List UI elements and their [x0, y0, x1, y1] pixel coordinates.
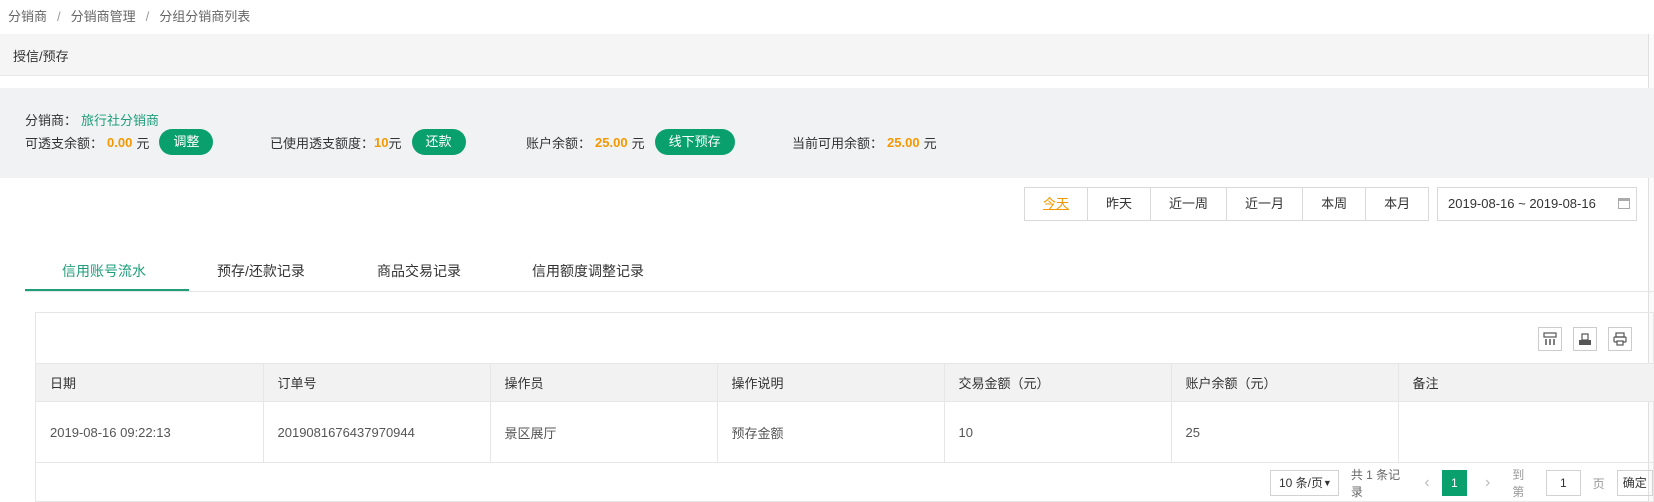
- available-balance-value: 25.00: [887, 134, 920, 150]
- tab-deposit-repay[interactable]: 预存/还款记录: [217, 261, 305, 281]
- cell-operator: 景区展厅: [490, 401, 718, 463]
- goto-label: 到第: [1512, 468, 1525, 499]
- distributor-row: 分销商： 旅行社分销商: [25, 110, 159, 129]
- used-credit-item: 已使用透支额度： 10 元 还款: [270, 129, 466, 155]
- current-page[interactable]: 1: [1441, 470, 1467, 496]
- overdraft-value: 0.00: [107, 134, 133, 150]
- range-last-month[interactable]: 近一月: [1227, 188, 1304, 220]
- columns-icon: [1543, 332, 1557, 345]
- export-button[interactable]: [1573, 327, 1597, 351]
- cell-balance: 25: [1171, 401, 1399, 463]
- page-size-select[interactable]: 10 条/页 ▼: [1270, 470, 1339, 496]
- used-credit-label: 已使用透支额度：: [270, 135, 375, 151]
- date-range-value: 2019-08-16 ~ 2019-08-16: [1448, 196, 1596, 211]
- available-balance-item: 当前可用余额： 25.00 元: [792, 129, 937, 155]
- column-header-description[interactable]: 操作说明: [717, 363, 945, 402]
- tab-goods-trade[interactable]: 商品交易记录: [377, 261, 461, 281]
- column-header-balance[interactable]: 账户余额（元）: [1171, 363, 1399, 402]
- balance-label: 账户余额：: [526, 135, 592, 151]
- distributor-label: 分销商：: [25, 113, 78, 128]
- goto-page-input[interactable]: 1: [1546, 470, 1581, 496]
- used-credit-value: 10: [374, 134, 389, 150]
- records-table-panel: 日期 订单号 操作员 操作说明 交易金额（元） 账户余额（元） 备注 2019-…: [35, 312, 1654, 502]
- overdraft-label: 可透支余额：: [25, 135, 104, 151]
- column-header-date[interactable]: 日期: [36, 363, 264, 402]
- available-balance-unit: 元: [923, 135, 937, 151]
- distributor-name: 旅行社分销商: [81, 113, 160, 128]
- section-title: 授信/预存: [0, 34, 1654, 76]
- breadcrumb-item-list[interactable]: 分组分销商列表: [159, 9, 250, 24]
- range-last-week[interactable]: 近一周: [1151, 188, 1228, 220]
- date-range-quick-select: 今天 昨天 近一周 近一月 本周 本月: [1024, 187, 1430, 221]
- breadcrumb: 分销商 / 分销商管理 / 分组分销商列表: [8, 6, 250, 25]
- print-button[interactable]: [1608, 327, 1632, 351]
- balance-value: 25.00: [595, 134, 628, 150]
- breadcrumb-item-management[interactable]: 分销商管理: [71, 9, 136, 24]
- breadcrumb-separator: /: [145, 9, 150, 24]
- tab-credit-adjust[interactable]: 信用额度调整记录: [532, 261, 644, 281]
- cell-description: 预存金额: [717, 401, 945, 463]
- used-credit-unit: 元: [388, 135, 402, 151]
- prev-page-icon[interactable]: ‹: [1424, 474, 1429, 492]
- tab-credit-flow[interactable]: 信用账号流水: [62, 261, 146, 281]
- cell-remark: [1398, 401, 1654, 463]
- calendar-icon: [1618, 198, 1630, 209]
- dropdown-arrow-icon: ▼: [1322, 478, 1332, 488]
- balance-item: 账户余额： 25.00 元 线下预存: [526, 129, 735, 155]
- column-header-order-no[interactable]: 订单号: [263, 363, 491, 402]
- column-header-amount[interactable]: 交易金额（元）: [944, 363, 1172, 402]
- next-page-icon[interactable]: ›: [1485, 474, 1490, 492]
- range-this-month[interactable]: 本月: [1366, 188, 1428, 220]
- repay-button[interactable]: 还款: [411, 129, 466, 155]
- overdraft-unit: 元: [136, 135, 150, 151]
- available-balance-label: 当前可用余额：: [792, 135, 884, 151]
- total-records: 共 1 条记录: [1350, 468, 1401, 499]
- record-tabs: 信用账号流水 预存/还款记录 商品交易记录 信用额度调整记录: [25, 255, 1654, 292]
- credit-summary-panel: 分销商： 旅行社分销商 可透支余额： 0.00 元 调整 已使用透支额度： 10 …: [0, 88, 1654, 178]
- export-icon: [1579, 333, 1591, 345]
- range-yesterday[interactable]: 昨天: [1088, 188, 1152, 220]
- adjust-button[interactable]: 调整: [159, 129, 214, 155]
- table-row: 2019-08-16 09:22:13 2019081676437970944 …: [36, 401, 1654, 463]
- print-icon: [1613, 332, 1627, 346]
- cell-order-no: 2019081676437970944: [263, 401, 491, 463]
- balance-unit: 元: [631, 135, 645, 151]
- date-range-picker[interactable]: 2019-08-16 ~ 2019-08-16: [1437, 187, 1637, 221]
- offline-deposit-button[interactable]: 线下预存: [654, 129, 735, 155]
- cell-amount: 10: [944, 401, 1172, 463]
- overdraft-item: 可透支余额： 0.00 元 调整: [25, 129, 214, 155]
- goto-confirm-button[interactable]: 确定: [1616, 470, 1653, 496]
- table-header-row: 日期 订单号 操作员 操作说明 交易金额（元） 账户余额（元） 备注: [36, 363, 1654, 402]
- column-header-remark[interactable]: 备注: [1398, 363, 1654, 402]
- page-unit-label: 页: [1592, 476, 1605, 491]
- range-this-week[interactable]: 本周: [1303, 188, 1367, 220]
- cell-date: 2019-08-16 09:22:13: [36, 401, 264, 463]
- range-today[interactable]: 今天: [1025, 188, 1089, 220]
- active-tab-indicator: [25, 289, 189, 291]
- records-table: 日期 订单号 操作员 操作说明 交易金额（元） 账户余额（元） 备注 2019-…: [36, 363, 1654, 463]
- pagination: 10 条/页 ▼ 共 1 条记录 ‹ 1 › 到第 1 页 确定: [1270, 468, 1653, 499]
- page-size-value: 10 条/页: [1279, 476, 1324, 490]
- columns-button[interactable]: [1538, 327, 1562, 351]
- breadcrumb-separator: /: [57, 9, 61, 24]
- breadcrumb-item-distributor[interactable]: 分销商: [8, 9, 47, 24]
- column-header-operator[interactable]: 操作员: [490, 363, 718, 402]
